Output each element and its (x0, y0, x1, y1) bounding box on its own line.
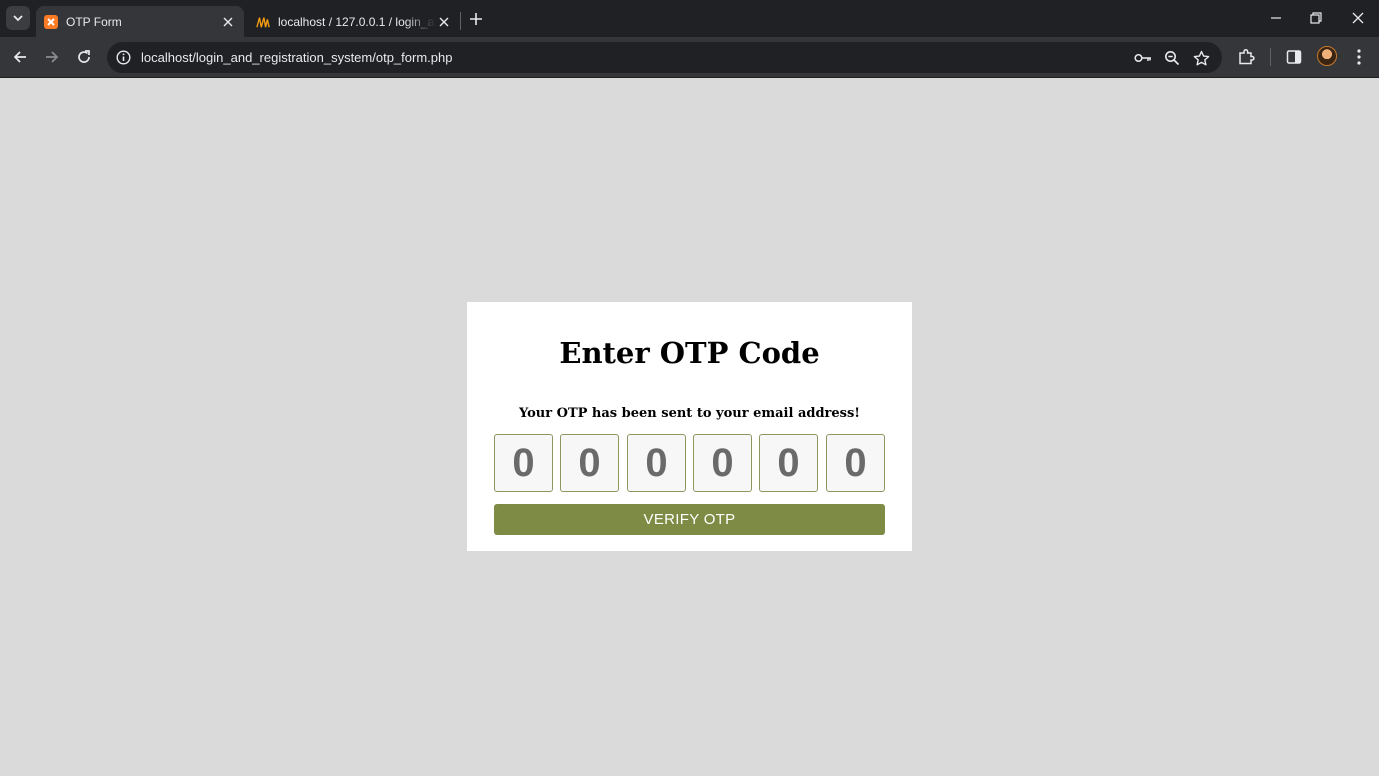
close-icon[interactable] (220, 14, 236, 30)
verify-otp-button[interactable]: VERIFY OTP (494, 504, 885, 535)
zoom-icon[interactable] (1163, 49, 1181, 67)
profile-avatar[interactable] (1317, 46, 1337, 66)
phpmyadmin-icon (256, 15, 270, 29)
page-title: Enter OTP Code (559, 336, 820, 370)
tab-phpmyadmin[interactable]: localhost / 127.0.0.1 / login_and_regist… (248, 6, 460, 37)
address-bar[interactable]: localhost/login_and_registration_system/… (107, 42, 1222, 73)
otp-digit-6[interactable] (826, 434, 885, 492)
tab-strip: OTP Form localhost / 127.0.0.1 / login_a… (0, 0, 1379, 37)
site-info-icon[interactable] (115, 49, 132, 66)
otp-digit-2[interactable] (560, 434, 619, 492)
menu-icon[interactable] (1348, 46, 1370, 68)
bookmark-star-icon[interactable] (1192, 49, 1210, 67)
tab-otp-form[interactable]: OTP Form (36, 6, 244, 37)
toolbar-divider (1270, 48, 1271, 66)
tab-search-icon[interactable] (6, 6, 30, 30)
otp-card: Enter OTP Code Your OTP has been sent to… (467, 302, 912, 551)
new-tab-icon[interactable] (466, 9, 486, 29)
extensions-icon[interactable] (1235, 46, 1257, 68)
close-icon[interactable] (436, 14, 452, 30)
forward-icon[interactable] (40, 45, 64, 69)
side-panel-icon[interactable] (1283, 46, 1305, 68)
tab-title: localhost / 127.0.0.1 / login_and_regist… (278, 14, 436, 29)
tab-title: OTP Form (66, 14, 122, 29)
otp-input-group (494, 434, 885, 492)
browser-toolbar: localhost/login_and_registration_system/… (0, 37, 1379, 78)
otp-digit-4[interactable] (693, 434, 752, 492)
xampp-icon (44, 14, 58, 29)
restore-icon[interactable] (1305, 8, 1327, 28)
reload-icon[interactable] (72, 45, 96, 69)
back-icon[interactable] (8, 45, 32, 69)
minimize-icon[interactable] (1265, 8, 1287, 28)
otp-digit-3[interactable] (627, 434, 686, 492)
password-key-icon[interactable] (1134, 49, 1152, 67)
otp-digit-5[interactable] (759, 434, 818, 492)
otp-sent-message: Your OTP has been sent to your email add… (518, 406, 861, 421)
window-close-icon[interactable] (1347, 8, 1369, 28)
tab-divider (460, 12, 461, 30)
otp-digit-1[interactable] (494, 434, 553, 492)
url-text[interactable]: localhost/login_and_registration_system/… (141, 50, 452, 65)
